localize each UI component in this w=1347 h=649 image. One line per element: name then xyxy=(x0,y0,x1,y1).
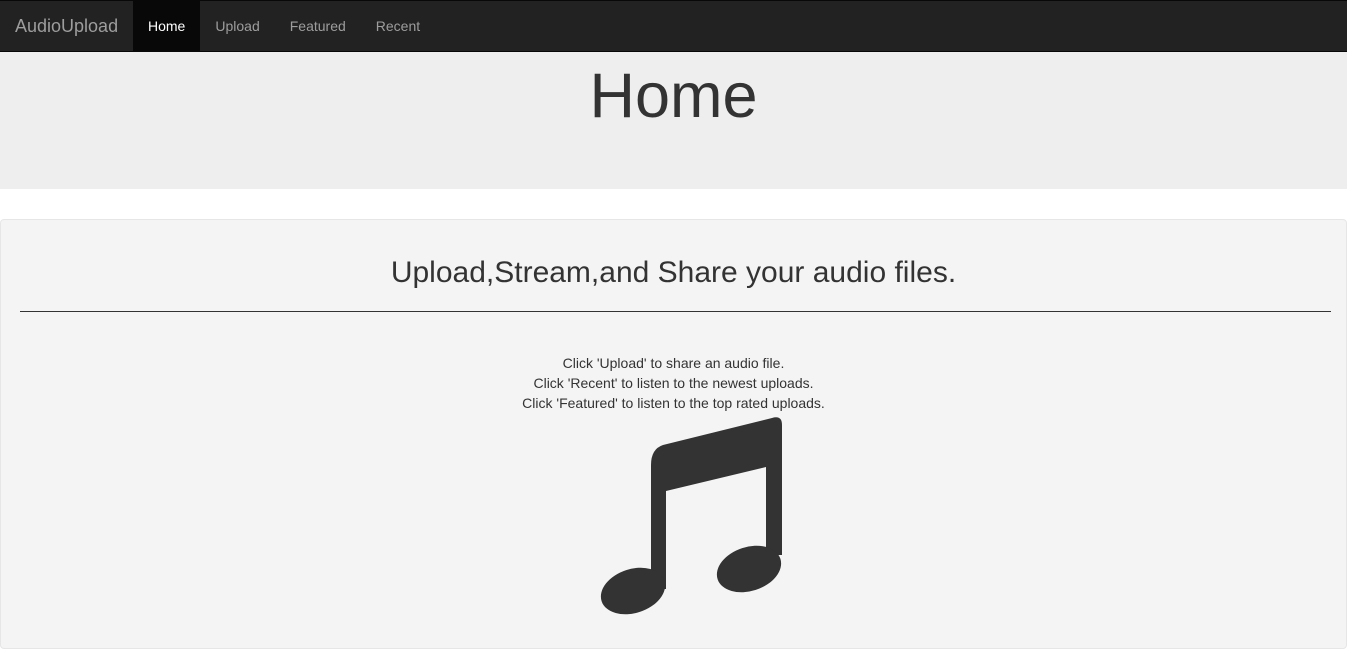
instruction-recent: Click 'Recent' to listen to the newest u… xyxy=(533,375,814,391)
navbar: AudioUpload Home Upload Featured Recent xyxy=(0,0,1347,52)
nav-item-recent[interactable]: Recent xyxy=(361,1,435,51)
jumbotron: Home xyxy=(0,52,1347,189)
instruction-featured: Click 'Featured' to listen to the top ra… xyxy=(522,395,825,411)
instruction-upload: Click 'Upload' to share an audio file. xyxy=(562,355,785,371)
page-title: Home xyxy=(589,61,758,131)
music-note-icon xyxy=(600,417,782,615)
nav-menu: Home Upload Featured Recent xyxy=(133,1,435,51)
tagline: Upload,Stream,and Share your audio files… xyxy=(390,256,957,289)
nav-item-featured[interactable]: Featured xyxy=(275,1,361,51)
nav-item-home[interactable]: Home xyxy=(133,1,201,51)
nav-item-upload[interactable]: Upload xyxy=(200,1,274,51)
divider xyxy=(20,311,1331,312)
instructions: Click 'Upload' to share an audio file. C… xyxy=(1,353,1346,413)
brand-link[interactable]: AudioUpload xyxy=(15,1,118,51)
content-panel: Upload,Stream,and Share your audio files… xyxy=(0,219,1347,649)
